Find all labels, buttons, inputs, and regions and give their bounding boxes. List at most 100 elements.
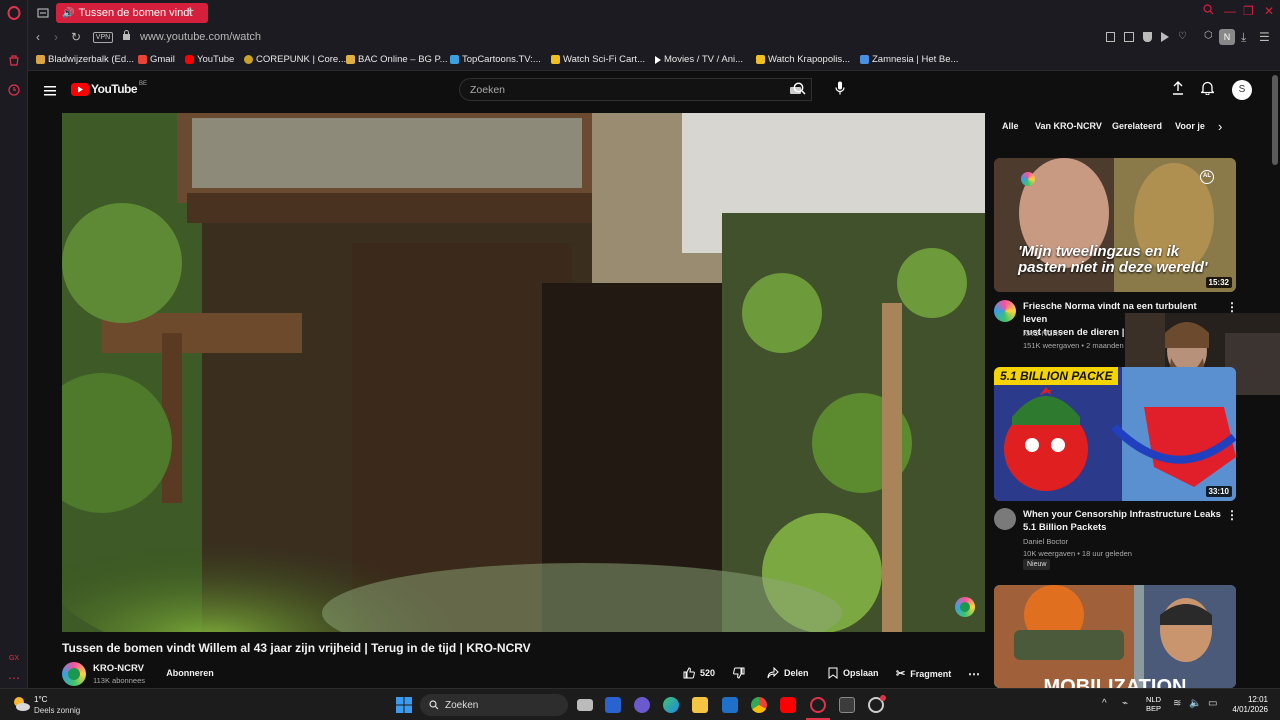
opera-gx-icon[interactable] — [810, 697, 826, 713]
history-icon[interactable] — [6, 82, 22, 98]
edge-icon[interactable] — [663, 697, 679, 713]
bookmark-item[interactable]: TopCartoons.TV:... — [450, 54, 541, 65]
search-input[interactable]: Zoeken — [459, 78, 812, 101]
subscribe-button[interactable]: Abonneren — [160, 663, 220, 683]
recommendation-thumbnail[interactable]: 'Mijn tweelingzus en ik pasten niet in d… — [994, 158, 1236, 292]
channel-name[interactable]: KRO-NCRV — [93, 663, 144, 674]
extensions-icon[interactable]: ⬡ — [1204, 30, 1213, 41]
recommendation-channel[interactable]: KRO-NCRV — [1023, 329, 1063, 338]
bookmark-item[interactable]: Gmail — [138, 54, 175, 65]
zamnesia-icon — [860, 55, 869, 64]
bookmark-item[interactable]: COREPUNK | Core... — [244, 54, 346, 65]
shield-icon[interactable] — [1143, 32, 1152, 42]
hamburger-icon[interactable] — [44, 83, 56, 101]
recommendation-thumbnail[interactable]: MOBILIZATION — [994, 585, 1236, 688]
search-icon[interactable] — [793, 82, 806, 100]
weather-desc[interactable]: Deels zonnig — [34, 706, 80, 715]
account-avatar[interactable]: S — [1232, 80, 1252, 100]
recommendation-title[interactable]: When your Censorship Infrastructure Leak… — [1023, 508, 1223, 534]
file-explorer-icon[interactable] — [692, 697, 708, 713]
save-button[interactable]: Opslaan — [828, 667, 879, 679]
microphone-icon[interactable] — [835, 81, 845, 100]
vpn-badge[interactable]: VPN — [93, 32, 113, 43]
bookmark-item[interactable]: YouTube — [185, 54, 234, 65]
opera-sidebar: GX ⋯ — [0, 0, 28, 720]
chip-all[interactable]: Alle — [1002, 121, 1019, 131]
taskbar-search[interactable]: Zoeken — [420, 694, 568, 716]
youtube-logo[interactable]: YouTube BE — [71, 81, 147, 96]
bookmark-item[interactable]: Zamnesia | Het Be... — [860, 54, 958, 65]
volume-icon[interactable]: 🔈 — [1189, 698, 1201, 709]
more-options-icon[interactable]: ⋮ — [1226, 300, 1238, 314]
clip-button[interactable]: ✂ Fragment — [896, 667, 951, 680]
video-player[interactable] — [62, 113, 985, 632]
like-button[interactable]: 520 — [683, 667, 715, 679]
channel-avatar[interactable] — [994, 300, 1016, 322]
pin-icon[interactable] — [1106, 32, 1115, 42]
scrollbar-thumb[interactable] — [1272, 75, 1278, 165]
store-icon[interactable] — [605, 697, 621, 713]
recommendation-channel[interactable]: Daniel Boctor — [1023, 537, 1068, 546]
reload-icon[interactable]: ↻ — [71, 30, 81, 44]
channel-avatar[interactable] — [62, 662, 86, 686]
lock-icon[interactable] — [122, 30, 131, 43]
more-options-icon[interactable]: ⋮ — [1226, 508, 1238, 522]
minimize-icon[interactable]: — — [1224, 4, 1236, 18]
youtube-app-icon[interactable] — [780, 697, 796, 713]
upload-icon[interactable] — [1172, 81, 1184, 100]
battery-icon[interactable]: ▭ — [1208, 698, 1217, 709]
send-icon[interactable] — [1161, 32, 1169, 42]
clock[interactable]: 12:01 4/01/2026 — [1224, 695, 1268, 715]
dislike-button[interactable] — [733, 667, 745, 679]
channel-watermark-icon[interactable] — [955, 597, 975, 617]
search-tabs-icon[interactable] — [1203, 4, 1214, 18]
chip-channel[interactable]: Van KRO-NCRV — [1035, 121, 1102, 131]
bag-icon[interactable] — [6, 52, 22, 68]
thumbs-up-icon — [683, 667, 695, 679]
chrome-icon[interactable] — [751, 697, 767, 713]
address-bar: ‹ › ↻ VPN www.youtube.com/watch ♡ ⬡ N ⤓ … — [28, 26, 1280, 50]
menu-icon[interactable]: ☰ — [1259, 30, 1270, 44]
gx-icon[interactable]: GX — [6, 650, 22, 666]
outlook-icon[interactable] — [722, 697, 738, 713]
share-button[interactable]: Delen — [767, 667, 809, 679]
krapopolis-icon — [756, 55, 765, 64]
channel-avatar[interactable] — [994, 508, 1016, 530]
weather-icon[interactable] — [12, 696, 30, 712]
wifi-icon[interactable]: ≋ — [1173, 698, 1181, 709]
weather-temp[interactable]: 1°C — [34, 695, 47, 704]
chevron-right-icon[interactable]: › — [1218, 119, 1222, 134]
bookmark-item[interactable]: Movies / TV / Ani... — [655, 54, 743, 65]
chip-related[interactable]: Gerelateerd — [1112, 121, 1162, 131]
notifications-icon[interactable] — [1199, 81, 1216, 100]
close-icon[interactable]: ✕ — [1264, 4, 1274, 18]
download-icon[interactable]: ⤓ — [1241, 30, 1246, 45]
windows-start-icon[interactable] — [396, 697, 412, 718]
bookmark-item[interactable]: Watch Sci-Fi Cart... — [551, 54, 645, 65]
heart-icon[interactable]: ♡ — [1178, 32, 1187, 42]
chevron-up-icon[interactable]: ^ — [1102, 698, 1107, 709]
more-actions-icon[interactable]: ⋯ — [968, 667, 980, 681]
task-view-icon[interactable] — [577, 699, 593, 711]
back-icon[interactable]: ‹ — [36, 30, 40, 44]
url-field[interactable]: www.youtube.com/watch — [140, 31, 261, 43]
bookmark-item[interactable]: Bladwijzerbalk (Ed... — [36, 54, 134, 65]
more-dots-icon[interactable]: ⋯ — [6, 670, 22, 686]
teams-icon[interactable] — [634, 697, 650, 713]
new-tab-icon[interactable]: + — [186, 2, 194, 18]
calculator-icon[interactable] — [839, 697, 855, 713]
duration-badge: 15:32 — [1205, 277, 1232, 288]
forward-icon[interactable]: › — [54, 30, 58, 44]
bookmark-item[interactable]: Watch Krapopolis... — [756, 54, 850, 65]
network-icon[interactable]: ⌁ — [1122, 698, 1128, 709]
chip-for-you[interactable]: Voor je — [1175, 121, 1205, 131]
opera-logo-icon[interactable] — [6, 5, 22, 21]
speaker-icon[interactable]: 🔊 — [62, 8, 74, 19]
recommendation-thumbnail[interactable]: 5.1 BILLION PACKE 33:10 — [994, 367, 1236, 501]
tab-menu-icon[interactable] — [35, 5, 51, 21]
maximize-icon[interactable]: ❐ — [1243, 4, 1254, 18]
profile-avatar[interactable]: N — [1219, 29, 1235, 45]
language-indicator[interactable]: NLD BEP — [1146, 695, 1161, 713]
bookmark-item[interactable]: BAC Online – BG P... — [346, 54, 448, 65]
snapshot-icon[interactable] — [1124, 32, 1134, 42]
